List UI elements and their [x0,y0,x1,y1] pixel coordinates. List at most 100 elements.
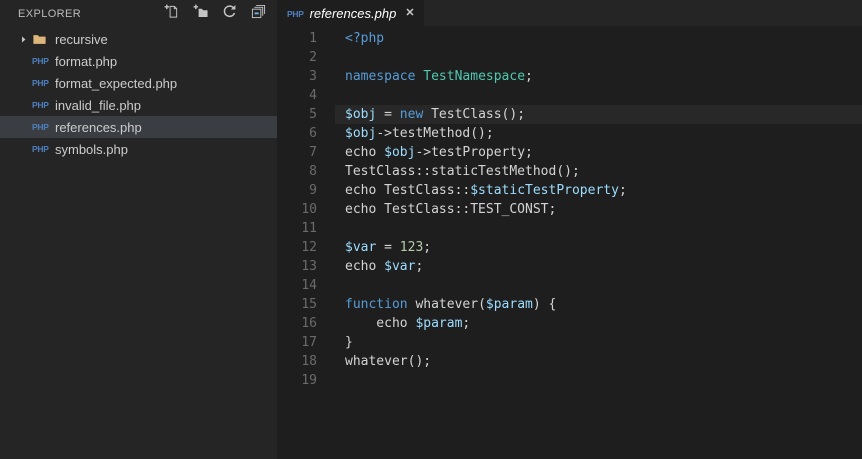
code-line-content[interactable]: TestClass::staticTestMethod(); [335,162,862,181]
chevron-right-icon[interactable] [18,31,32,47]
close-icon[interactable]: ✕ [405,7,414,19]
new-folder-icon [193,4,208,24]
code-line: 6 $obj->testMethod(); [277,124,862,143]
code-line: 5 $obj = new TestClass(); [277,105,862,124]
code-line: 1 <?php [277,29,862,48]
line-number: 7 [309,145,317,160]
code-line-content[interactable]: } [335,333,862,352]
code-line: 9 echo TestClass::$staticTestProperty; [277,181,862,200]
code-line-content[interactable] [335,276,862,295]
line-number: 14 [301,278,317,293]
code-line: 3 namespace TestNamespace; [277,67,862,86]
line-number: 2 [309,50,317,65]
tab-bar: PHP references.php ✕ [277,0,862,26]
new-folder-button[interactable] [191,4,209,24]
php-file-icon: PHP [32,122,49,132]
line-number: 15 [301,297,317,312]
code-line-content[interactable]: echo $param; [335,314,862,333]
tab-label: references.php [309,5,397,21]
new-file-icon [164,4,179,24]
code-line-content[interactable]: $obj = new TestClass(); [335,105,862,124]
vscode-window: EXPLORER recursive PHP format.php PHP format… [0,0,862,459]
sidebar-item-recursive[interactable]: recursive [0,28,277,50]
sidebar-item-references-php[interactable]: PHP references.php [0,116,277,138]
code-line-content[interactable]: namespace TestNamespace; [335,67,862,86]
new-file-button[interactable] [162,4,180,24]
line-number: 18 [301,354,317,369]
code-line-content[interactable] [335,48,862,67]
explorer-toolbar [162,4,267,24]
file-label: symbols.php [55,141,128,157]
line-number: 3 [309,69,317,84]
editor-group: PHP references.php ✕ 1 <?php 2 3 namespace Tes… [277,0,862,459]
code-line-content[interactable] [335,371,862,390]
code-line: 10 echo TestClass::TEST_CONST; [277,200,862,219]
line-number: 12 [301,240,317,255]
code-line-content[interactable]: $obj->testMethod(); [335,124,862,143]
code-line: 13 echo $var; [277,257,862,276]
code-line: 8 TestClass::staticTestMethod(); [277,162,862,181]
code-line-content[interactable]: echo $obj->testProperty; [335,143,862,162]
line-number: 16 [301,316,317,331]
code-line: 7 echo $obj->testProperty; [277,143,862,162]
code-line: 16 echo $param; [277,314,862,333]
file-label: recursive [55,31,108,47]
code-line: 17} [277,333,862,352]
explorer-header: EXPLORER [0,0,277,28]
explorer-title: EXPLORER [18,8,82,20]
file-list: recursive PHP format.php PHP format_expected… [0,28,277,459]
code-line-content[interactable] [335,219,862,238]
code-line-content[interactable]: echo TestClass::$staticTestProperty; [335,181,862,200]
line-number: 19 [301,373,317,388]
file-label: format_expected.php [55,75,178,91]
code-line-content[interactable]: echo TestClass::TEST_CONST; [335,200,862,219]
php-file-icon: PHP [287,9,304,19]
line-number: 4 [309,88,317,103]
php-file-icon: PHP [32,144,49,154]
sidebar-item-format-php[interactable]: PHP format.php [0,50,277,72]
line-number: 11 [301,221,317,236]
code-editor[interactable]: 1 <?php 2 3 namespace TestNamespace; 4 5 $obj =… [277,26,862,459]
code-line: 15 function whatever($param) { [277,295,862,314]
php-file-icon: PHP [32,56,49,66]
refresh-icon [222,4,237,24]
file-label: references.php [55,119,142,135]
tab-references-php[interactable]: PHP references.php ✕ [277,0,424,26]
code-line: 12 $var = 123; [277,238,862,257]
line-number: 1 [309,31,317,46]
code-line: 18 whatever(); [277,352,862,371]
explorer-sidebar: EXPLORER recursive PHP format.php PHP format… [0,0,277,459]
folder-icon [32,31,53,47]
collapse-all-icon [251,4,266,24]
code-line-content[interactable] [335,86,862,105]
code-line-content[interactable]: function whatever($param) { [335,295,862,314]
line-number: 6 [309,126,317,141]
line-number: 13 [301,259,317,274]
code-line: 19 [277,371,862,390]
code-line: 14 [277,276,862,295]
code-line: 2 [277,48,862,67]
line-number: 17 [301,335,317,350]
line-number: 5 [309,107,317,122]
code-line-content[interactable]: <?php [335,29,862,48]
sidebar-item-symbols-php[interactable]: PHP symbols.php [0,138,277,160]
code-line: 4 [277,86,862,105]
line-number: 8 [309,164,317,179]
sidebar-item-invalid-file-php[interactable]: PHP invalid_file.php [0,94,277,116]
sidebar-item-format-expected-php[interactable]: PHP format_expected.php [0,72,277,94]
code-line-content[interactable]: echo $var; [335,257,862,276]
php-file-icon: PHP [32,78,49,88]
code-line: 11 [277,219,862,238]
collapse-all-button[interactable] [249,4,267,24]
code-line-content[interactable]: whatever(); [335,352,862,371]
line-number: 9 [309,183,317,198]
line-number: 10 [301,202,317,217]
file-label: format.php [55,53,118,69]
refresh-button[interactable] [220,4,238,24]
php-file-icon: PHP [32,100,49,110]
code-line-content[interactable]: $var = 123; [335,238,862,257]
